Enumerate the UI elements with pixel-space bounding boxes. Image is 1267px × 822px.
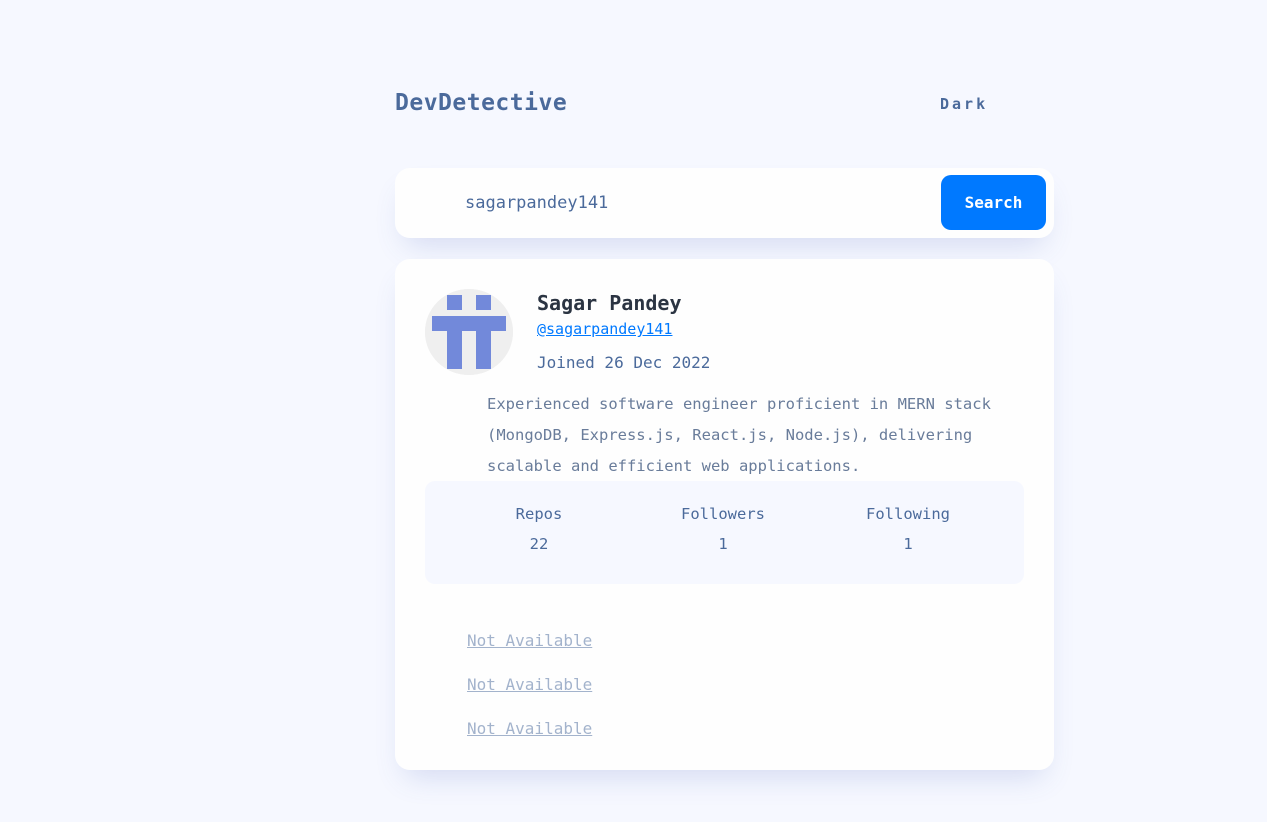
stat-value: 22 [529, 535, 549, 553]
profile-link-location[interactable]: Not Available [467, 631, 592, 650]
profile-card: Sagar Pandey @sagarpandey141 Joined 26 D… [395, 259, 1054, 770]
stat-followers: Followers 1 [633, 505, 813, 553]
stat-repos: Repos 22 [449, 505, 629, 553]
search-bar: Search [395, 168, 1054, 238]
profile-name: Sagar Pandey [537, 291, 682, 315]
profile-link-twitter[interactable]: Not Available [467, 719, 592, 738]
stat-label: Following [866, 505, 950, 523]
app-logo: DevDetective [395, 90, 568, 116]
theme-toggle-button[interactable]: Dark [940, 95, 988, 113]
stat-value: 1 [903, 535, 913, 553]
stat-value: 1 [718, 535, 728, 553]
profile-link-website[interactable]: Not Available [467, 675, 592, 694]
stat-label: Followers [681, 505, 765, 523]
stats-panel: Repos 22 Followers 1 Following 1 [425, 481, 1024, 584]
search-input[interactable] [465, 190, 925, 216]
profile-username-link[interactable]: @sagarpandey141 [537, 320, 672, 338]
profile-joined-date: Joined 26 Dec 2022 [537, 353, 711, 372]
avatar [425, 289, 513, 375]
identicon-image [425, 289, 513, 375]
search-button[interactable]: Search [941, 175, 1046, 230]
stat-label: Repos [515, 505, 563, 523]
profile-bio: Experienced software engineer proficient… [487, 395, 991, 475]
stat-following: Following 1 [818, 505, 998, 553]
header: DevDetective Dark [395, 88, 1054, 124]
